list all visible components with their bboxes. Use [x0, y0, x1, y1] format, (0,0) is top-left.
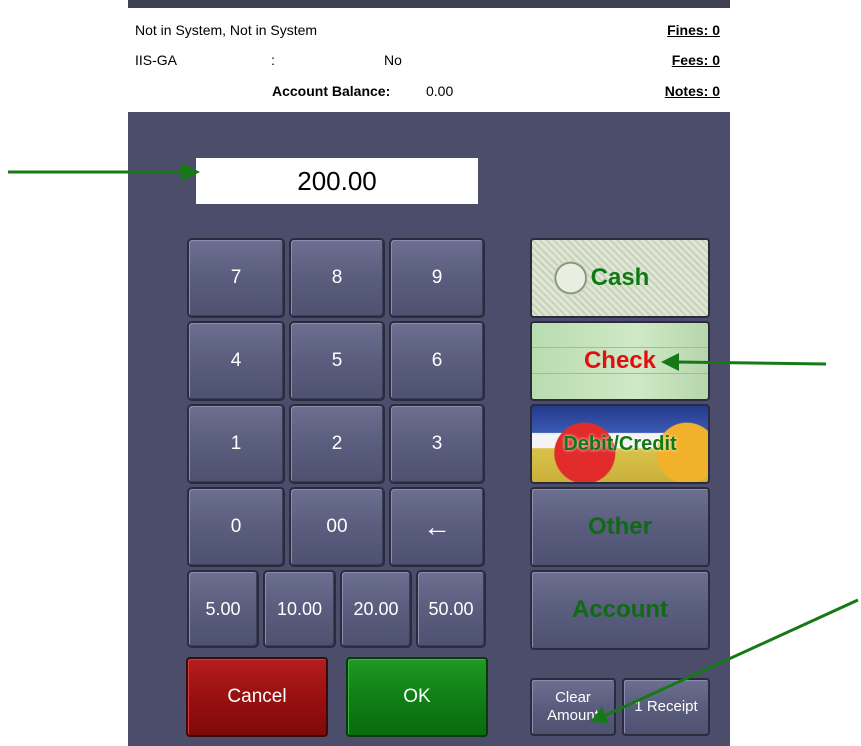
- account-label: Account: [572, 596, 668, 623]
- patron-name: Not in System, Not in System: [135, 22, 318, 38]
- key-5[interactable]: 5: [289, 321, 385, 401]
- quick-amount-50[interactable]: 50.00: [416, 570, 486, 648]
- key-6[interactable]: 6: [389, 321, 485, 401]
- key-0[interactable]: 0: [187, 487, 285, 567]
- account-balance-label: Account Balance:: [272, 83, 391, 99]
- clear-amount-line2: Amount: [547, 707, 599, 724]
- notes-link[interactable]: Notes: 0: [665, 83, 720, 99]
- clear-amount-button[interactable]: Clear Amount: [530, 678, 616, 736]
- field-separator: :: [271, 52, 275, 68]
- backspace-key[interactable]: ←: [389, 487, 485, 567]
- key-7[interactable]: 7: [187, 238, 285, 318]
- other-label: Other: [587, 513, 652, 540]
- quick-amount-10[interactable]: 10.00: [263, 570, 336, 648]
- window-top-bar: [128, 0, 730, 8]
- quick-amount-5[interactable]: 5.00: [187, 570, 259, 648]
- cash-button[interactable]: Cash: [530, 238, 710, 318]
- patron-header: Not in System, Not in System IIS-GA : No…: [128, 8, 730, 112]
- cash-label: Cash: [590, 264, 650, 291]
- key-3[interactable]: 3: [389, 404, 485, 484]
- cancel-button[interactable]: Cancel: [186, 657, 328, 737]
- key-9[interactable]: 9: [389, 238, 485, 318]
- key-4[interactable]: 4: [187, 321, 285, 401]
- other-button[interactable]: Other: [530, 487, 710, 567]
- flag-value: No: [384, 52, 402, 68]
- ok-button[interactable]: OK: [346, 657, 488, 737]
- fees-link[interactable]: Fees: 0: [672, 52, 720, 68]
- quick-amount-20[interactable]: 20.00: [340, 570, 412, 648]
- account-button[interactable]: Account: [530, 570, 710, 650]
- key-2[interactable]: 2: [289, 404, 385, 484]
- library-code: IIS-GA: [135, 52, 178, 68]
- check-label: Check: [583, 347, 657, 374]
- check-button[interactable]: Check: [530, 321, 710, 401]
- clear-amount-line1: Clear: [555, 689, 591, 706]
- key-8[interactable]: 8: [289, 238, 385, 318]
- debit-credit-label: Debit/Credit: [563, 432, 677, 455]
- key-00[interactable]: 00: [289, 487, 385, 567]
- debit-credit-button[interactable]: Debit/Credit: [530, 404, 710, 484]
- receipt-button[interactable]: 1 Receipt: [622, 678, 710, 736]
- fines-link[interactable]: Fines: 0: [667, 22, 720, 38]
- account-balance-value: 0.00: [426, 83, 454, 99]
- key-1[interactable]: 1: [187, 404, 285, 484]
- amount-input[interactable]: 200.00: [196, 158, 478, 204]
